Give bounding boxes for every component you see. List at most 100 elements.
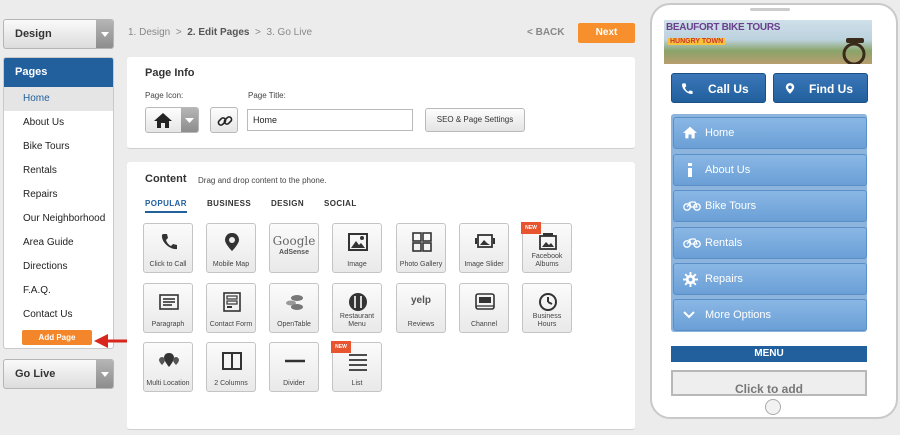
tab-popular[interactable]: POPULAR [145, 199, 187, 213]
form-icon [223, 292, 241, 312]
phone-menu-more-options[interactable]: More Options [673, 299, 867, 331]
go-live-dropdown[interactable]: Go Live [3, 359, 114, 389]
link-button[interactable] [210, 107, 238, 133]
tile-2-columns[interactable]: 2 Columns [206, 342, 256, 392]
page-info-title: Page Info [145, 67, 195, 79]
slider-icon [475, 234, 495, 248]
chevron-down-icon[interactable] [96, 20, 113, 48]
map-pin-icon [225, 233, 239, 251]
phone-menu-about-us[interactable]: About Us [673, 154, 867, 186]
tab-business[interactable]: BUSINESS [207, 199, 251, 208]
tile-label: Image Slider [464, 261, 504, 268]
tile-divider[interactable]: Divider [269, 342, 319, 392]
tile-adsense[interactable]: Google AdSense [269, 223, 319, 273]
tab-design[interactable]: DESIGN [271, 199, 304, 208]
tile-channel[interactable]: Channel [459, 283, 509, 333]
phone-menu-bike-tours[interactable]: Bike Tours [673, 190, 867, 222]
sidebar-item-home[interactable]: Home [4, 87, 113, 111]
next-button[interactable]: Next [578, 23, 635, 43]
sidebar-item-about-us[interactable]: About Us [4, 111, 113, 135]
tile-image-slider[interactable]: Image Slider [459, 223, 509, 273]
tile-label: Paragraph [151, 321, 185, 328]
sidebar-item-faq[interactable]: F.A.Q. [4, 279, 113, 303]
tile-label: Mobile Map [212, 261, 250, 268]
phone-menu-home[interactable]: Home [673, 117, 867, 149]
sidebar-item-rentals[interactable]: Rentals [4, 159, 113, 183]
tile-paragraph[interactable]: Paragraph [143, 283, 193, 333]
banner-title: BEAUFORT BIKE TOURS [666, 22, 781, 33]
phone-menu-label: More Options [705, 309, 772, 321]
gear-icon [683, 272, 698, 287]
tile-mobile-map[interactable]: Mobile Map [206, 223, 256, 273]
site-banner[interactable]: BEAUFORT BIKE TOURS HUNGRY TOWN [664, 20, 872, 64]
list-icon [349, 354, 367, 371]
info-icon [688, 163, 692, 177]
tile-photo-gallery[interactable]: Photo Gallery [396, 223, 446, 273]
tile-label: List [351, 380, 363, 387]
add-page-button[interactable]: Add Page [22, 330, 92, 345]
tile-business-hours[interactable]: Business Hours [522, 283, 572, 333]
tile-label: Divider [283, 380, 305, 387]
fork-knife-icon [349, 293, 367, 311]
tile-label: OpenTable [277, 321, 311, 328]
breadcrumb-separator: > [175, 27, 182, 38]
image-icon [348, 233, 368, 251]
page-icon-selector[interactable] [145, 107, 199, 133]
youtube-icon [475, 293, 495, 310]
tile-label: Contact Form [209, 321, 253, 328]
tile-restaurant-menu[interactable]: Restaurant Menu [332, 283, 382, 333]
tile-contact-form[interactable]: Contact Form [206, 283, 256, 333]
tile-reviews[interactable]: yelp Reviews [396, 283, 446, 333]
step-go-live[interactable]: 3. Go Live [266, 27, 312, 38]
page-title-input[interactable]: Home [247, 109, 413, 131]
sidebar-item-contact-us[interactable]: Contact Us [4, 303, 113, 327]
find-us-label: Find Us [809, 82, 853, 96]
tile-multi-location[interactable]: Multi Location [143, 342, 193, 392]
pages-header: Pages [4, 58, 113, 87]
gallery-icon [412, 232, 432, 252]
click-to-add-area[interactable]: Click to add [671, 370, 867, 396]
design-dropdown[interactable]: Design [3, 19, 114, 49]
tile-label: Click to Call [149, 261, 187, 268]
back-button[interactable]: < BACK [527, 27, 565, 38]
phone-menu-rentals[interactable]: Rentals [673, 227, 867, 259]
go-live-dropdown-label: Go Live [15, 368, 56, 380]
seo-settings-button[interactable]: SEO & Page Settings [425, 108, 525, 132]
bicycle-icon [683, 201, 701, 211]
tile-list[interactable]: NEW List [331, 341, 382, 392]
phone-menu-label: Rentals [705, 237, 743, 249]
tile-label: Restaurant Menu [339, 313, 375, 328]
phone-menu-label: Bike Tours [705, 200, 757, 212]
call-us-button[interactable]: Call Us [671, 73, 766, 103]
call-us-label: Call Us [708, 82, 749, 96]
design-dropdown-label: Design [15, 28, 52, 40]
chevron-down-icon[interactable] [181, 108, 198, 132]
tile-opentable[interactable]: OpenTable [269, 283, 319, 333]
phone-home-button [765, 399, 781, 415]
sidebar-item-bike-tours[interactable]: Bike Tours [4, 135, 113, 159]
paragraph-icon [159, 294, 179, 310]
page-info-panel [127, 57, 635, 149]
banner-subtitle: HUNGRY TOWN [668, 38, 726, 45]
chevron-down-icon[interactable] [96, 360, 113, 388]
page-title-label: Page Title: [248, 91, 286, 100]
tile-label: Reviews [407, 321, 435, 328]
sidebar-item-area-guide[interactable]: Area Guide [4, 231, 113, 255]
tile-label: 2 Columns [214, 380, 248, 387]
phone-menu-repairs[interactable]: Repairs [673, 263, 867, 295]
find-us-button[interactable]: Find Us [773, 73, 868, 103]
map-pin-icon [785, 83, 795, 94]
step-design[interactable]: 1. Design [128, 27, 170, 38]
phone-menu-bar[interactable]: MENU [671, 346, 867, 362]
sidebar-item-our-neighborhood[interactable]: Our Neighborhood [4, 207, 113, 231]
phone-menu-label: Repairs [705, 273, 743, 285]
tab-social[interactable]: SOCIAL [324, 199, 357, 208]
tile-image[interactable]: Image [332, 223, 382, 273]
tile-click-to-call[interactable]: Click to Call [143, 223, 193, 273]
sidebar-item-repairs[interactable]: Repairs [4, 183, 113, 207]
home-icon [683, 126, 697, 139]
phone-speaker [750, 8, 790, 11]
tile-facebook-albums[interactable]: NEW Facebook Albums [521, 222, 572, 273]
bicycle-image [842, 38, 866, 64]
sidebar-item-directions[interactable]: Directions [4, 255, 113, 279]
